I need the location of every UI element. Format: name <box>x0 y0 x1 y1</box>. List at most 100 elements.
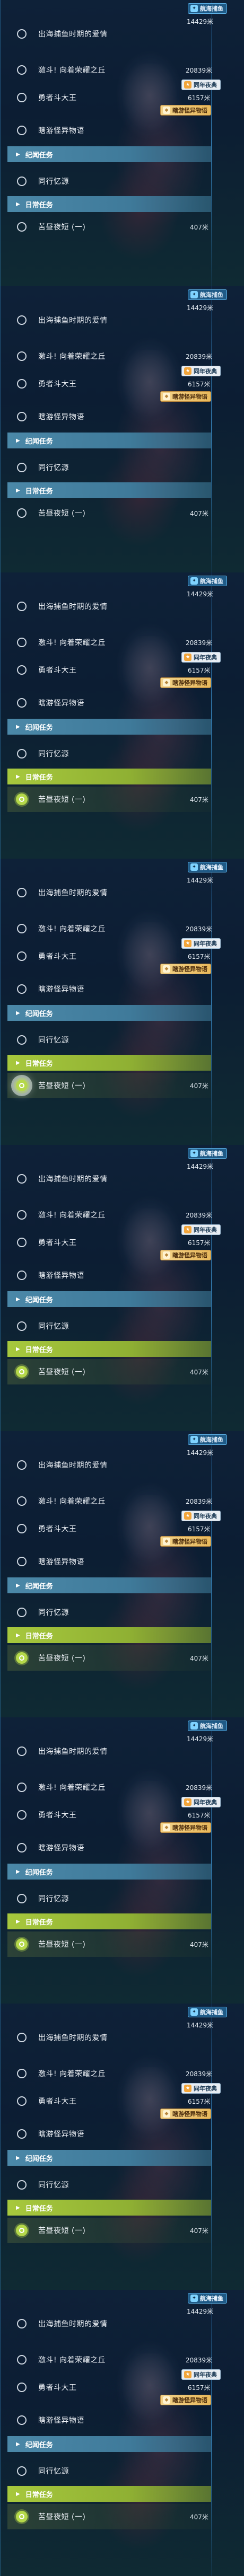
task-item-past[interactable]: 苦昼夜短 (一) <box>7 1359 211 1384</box>
task-title: 同行忆源 <box>38 750 69 758</box>
task-item-memory[interactable]: 同行忆源 <box>7 455 211 480</box>
task-item-past[interactable]: 苦昼夜短 (一) <box>7 1645 211 1671</box>
task-title: 激斗! 向着荣耀之丘 <box>38 1211 106 1220</box>
task-item-compete[interactable]: 激斗! 向着荣耀之丘 <box>7 2347 211 2372</box>
task-item-compete[interactable]: 激斗! 向着荣耀之丘 <box>7 343 211 369</box>
story-icon: ◆ <box>163 1251 170 1259</box>
play-arrow-icon: ▶ <box>16 1632 20 1638</box>
task-item-story[interactable]: 瞎游怪异物语 <box>7 1263 211 1288</box>
task-item-past[interactable]: 苦昼夜短 (一) <box>7 500 211 526</box>
past-distance: 407米 <box>190 2227 208 2235</box>
past-distance: 407米 <box>190 1369 208 1376</box>
story-tag-label: 瞎游怪异物语 <box>172 1824 207 1831</box>
daily-task-header[interactable]: ▶ 日常任务 <box>7 1055 211 1071</box>
task-item-fishing-love[interactable]: 出海捕鱼时期的爱情 <box>7 880 211 905</box>
task-item-compete[interactable]: 激斗! 向着荣耀之丘 <box>7 630 211 655</box>
task-item-fishing-love[interactable]: 出海捕鱼时期的爱情 <box>7 2311 211 2336</box>
task-item-story[interactable]: 瞎游怪异物语 <box>7 1835 211 1860</box>
task-item-past[interactable]: 苦昼夜短 (一) <box>7 1931 211 1957</box>
task-item-past[interactable]: 苦昼夜短 (一) <box>7 214 211 240</box>
task-title: 激斗! 向着荣耀之丘 <box>38 2356 106 2365</box>
task-item-fishing-love[interactable]: 出海捕鱼时期的爱情 <box>7 594 211 619</box>
chronicle-task-header[interactable]: ▶ 纪闻任务 <box>7 2436 211 2452</box>
task-item-compete[interactable]: 激斗! 向着荣耀之丘 <box>7 916 211 941</box>
task-item-memory[interactable]: 同行忆源 <box>7 2458 211 2484</box>
task-item-story[interactable]: 瞎游怪异物语 <box>7 1549 211 1574</box>
chronicle-task-header[interactable]: ▶ 纪闻任务 <box>7 2150 211 2166</box>
task-title: 苦昼夜短 (一) <box>38 509 86 518</box>
chronicle-task-header[interactable]: ▶ 纪闻任务 <box>7 1005 211 1021</box>
daily-task-header[interactable]: ▶ 日常任务 <box>7 1627 211 1643</box>
task-item-memory[interactable]: 同行忆源 <box>7 2172 211 2198</box>
task-item-memory[interactable]: 同行忆源 <box>7 1600 211 1625</box>
check-inner-ring <box>19 1369 24 1374</box>
voyage-tag: ✦ 航海捕鱼 <box>188 289 227 300</box>
compete-distance: 20839米 <box>186 1784 213 1792</box>
task-item-story[interactable]: 瞎游怪异物语 <box>7 2407 211 2433</box>
task-item-story[interactable]: 瞎游怪异物语 <box>7 2121 211 2147</box>
task-item-compete[interactable]: 激斗! 向着荣耀之丘 <box>7 1488 211 1514</box>
task-title: 瞎游怪异物语 <box>38 1558 84 1566</box>
task-panel: ✦ 航海捕鱼 14429米 出海捕鱼时期的爱情 激斗! 向着荣耀之丘 20839… <box>0 286 244 572</box>
task-item-memory[interactable]: 同行忆源 <box>7 1886 211 1911</box>
task-status-circle <box>17 315 27 325</box>
task-item-memory[interactable]: 同行忆源 <box>7 1313 211 1339</box>
task-status-circle <box>17 924 27 933</box>
task-item-compete[interactable]: 激斗! 向着荣耀之丘 <box>7 57 211 83</box>
task-check-icon <box>16 1938 28 1950</box>
voyage-icon: ✦ <box>190 1722 198 1730</box>
story-tag: ◆ 瞎游怪异物语 <box>160 1250 211 1260</box>
chronicle-task-header[interactable]: ▶ 纪闻任务 <box>7 146 211 162</box>
task-item-fishing-love[interactable]: 出海捕鱼时期的爱情 <box>7 1739 211 1764</box>
chronicle-task-header[interactable]: ▶ 纪闻任务 <box>7 1291 211 1307</box>
king-distance: 6157米 <box>188 1239 211 1247</box>
task-item-past[interactable]: 苦昼夜短 (一) <box>7 1073 211 1098</box>
play-arrow-icon: ▶ <box>16 1296 20 1302</box>
task-status-circle <box>17 698 27 708</box>
task-item-story[interactable]: 瞎游怪异物语 <box>7 690 211 716</box>
daily-task-header[interactable]: ▶ 日常任务 <box>7 2486 211 2502</box>
task-item-fishing-love[interactable]: 出海捕鱼时期的爱情 <box>7 1166 211 1192</box>
past-distance: 407米 <box>190 510 208 517</box>
chronicle-task-header[interactable]: ▶ 纪闻任务 <box>7 433 211 448</box>
divider-line <box>211 1717 212 2004</box>
task-item-past[interactable]: 苦昼夜短 (一) <box>7 787 211 812</box>
daily-task-header[interactable]: ▶ 日常任务 <box>7 1913 211 1929</box>
daily-task-header[interactable]: ▶ 日常任务 <box>7 482 211 498</box>
daily-task-header[interactable]: ▶ 日常任务 <box>7 769 211 784</box>
task-title: 出海捕鱼时期的爱情 <box>38 30 108 39</box>
task-item-compete[interactable]: 激斗! 向着荣耀之丘 <box>7 2061 211 2086</box>
task-item-fishing-love[interactable]: 出海捕鱼时期的爱情 <box>7 1452 211 1478</box>
daily-task-header[interactable]: ▶ 日常任务 <box>7 1341 211 1357</box>
task-item-past[interactable]: 苦昼夜短 (一) <box>7 2504 211 2529</box>
daily-header-label: 日常任务 <box>25 773 53 782</box>
task-title: 苦昼夜短 (一) <box>38 2513 86 2521</box>
task-item-memory[interactable]: 同行忆源 <box>7 169 211 194</box>
story-tag: ◆ 瞎游怪异物语 <box>160 105 211 116</box>
task-item-past[interactable]: 苦昼夜短 (一) <box>7 2218 211 2243</box>
task-item-story[interactable]: 瞎游怪异物语 <box>7 404 211 429</box>
task-item-fishing-love[interactable]: 出海捕鱼时期的爱情 <box>7 307 211 333</box>
task-item-fishing-love[interactable]: 出海捕鱼时期的爱情 <box>7 2025 211 2050</box>
task-title: 瞎游怪异物语 <box>38 413 84 421</box>
daily-task-header[interactable]: ▶ 日常任务 <box>7 2200 211 2216</box>
task-item-compete[interactable]: 激斗! 向着荣耀之丘 <box>7 1775 211 1800</box>
task-item-memory[interactable]: 同行忆源 <box>7 1027 211 1053</box>
task-title: 激斗! 向着荣耀之丘 <box>38 352 106 361</box>
task-title: 勇者斗大王 <box>38 1811 77 1820</box>
task-item-story[interactable]: 瞎游怪异物语 <box>7 976 211 1002</box>
task-status-circle <box>17 463 27 472</box>
daily-task-header[interactable]: ▶ 日常任务 <box>7 196 211 212</box>
task-item-memory[interactable]: 同行忆源 <box>7 741 211 766</box>
chronicle-task-header[interactable]: ▶ 纪闻任务 <box>7 1577 211 1593</box>
king-distance: 6157米 <box>188 2384 211 2392</box>
check-inner-ring <box>19 2228 24 2233</box>
task-title: 出海捕鱼时期的爱情 <box>38 2034 108 2042</box>
task-item-story[interactable]: 瞎游怪异物语 <box>7 118 211 143</box>
play-arrow-icon: ▶ <box>16 437 20 444</box>
chronicle-task-header[interactable]: ▶ 纪闻任务 <box>7 1864 211 1880</box>
task-item-fishing-love[interactable]: 出海捕鱼时期的爱情 <box>7 21 211 47</box>
chronicle-task-header[interactable]: ▶ 纪闻任务 <box>7 719 211 735</box>
task-check-icon <box>16 2511 28 2522</box>
task-item-compete[interactable]: 激斗! 向着荣耀之丘 <box>7 1202 211 1228</box>
